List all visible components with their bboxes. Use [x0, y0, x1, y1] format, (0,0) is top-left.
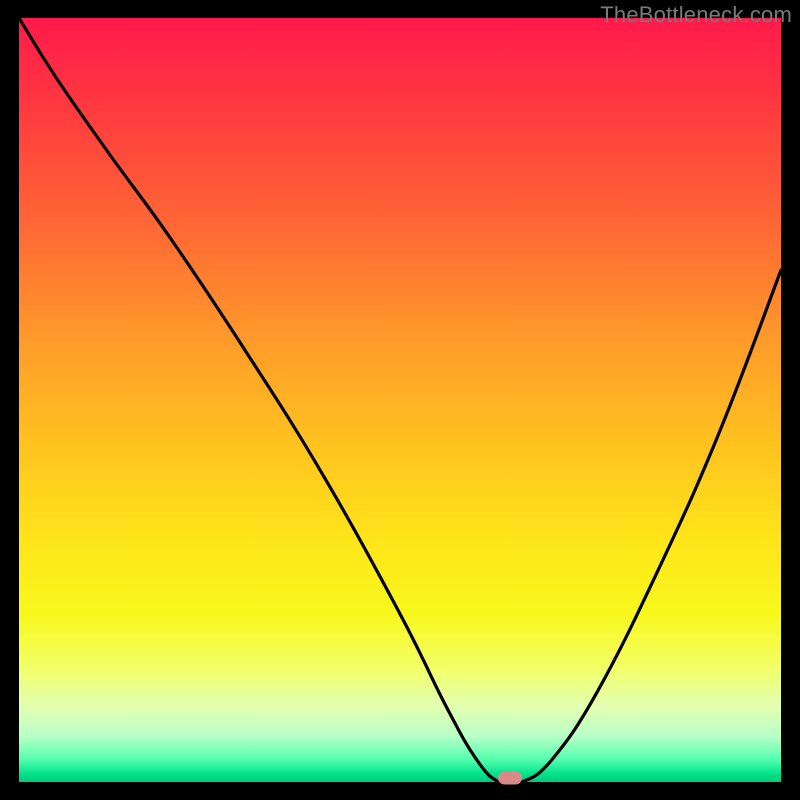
chart-frame: TheBottleneck.com — [0, 0, 800, 800]
watermark-text: TheBottleneck.com — [600, 2, 792, 28]
plot-area — [19, 18, 781, 782]
curve-svg — [19, 18, 781, 782]
minimum-marker — [498, 772, 522, 785]
bottleneck-curve-path — [19, 18, 781, 782]
